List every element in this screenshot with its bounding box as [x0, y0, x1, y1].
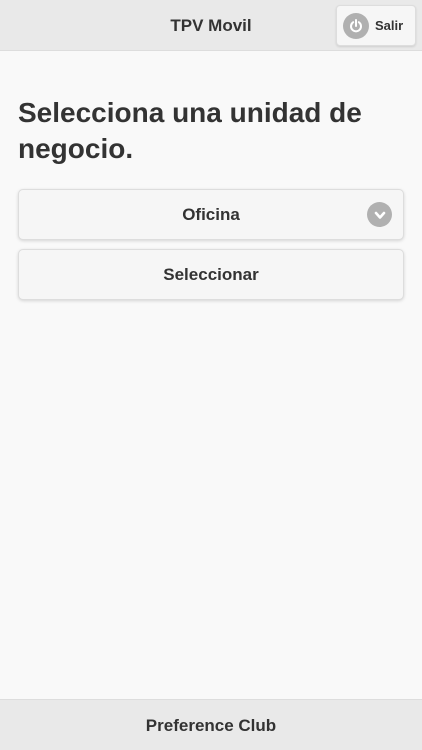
logout-label: Salir [375, 18, 404, 33]
footer-bar: Preference Club [0, 699, 422, 750]
page-title: Selecciona una unidad de negocio. [18, 97, 362, 164]
business-unit-selected-value: Oficina [182, 204, 240, 224]
select-button[interactable]: Seleccionar [18, 249, 404, 300]
chevron-down-icon [367, 202, 392, 227]
business-unit-select[interactable]: Oficina [18, 189, 404, 240]
power-icon [343, 12, 369, 39]
footer-text: Preference Club [145, 716, 277, 735]
header-bar: TPV Movil Salir [0, 0, 422, 51]
logout-button[interactable]: Salir [336, 5, 416, 46]
app-screen: TPV Movil Salir Selecciona una unidad de… [0, 0, 422, 750]
main-content: Selecciona una unidad de negocio. Oficin… [18, 95, 405, 300]
